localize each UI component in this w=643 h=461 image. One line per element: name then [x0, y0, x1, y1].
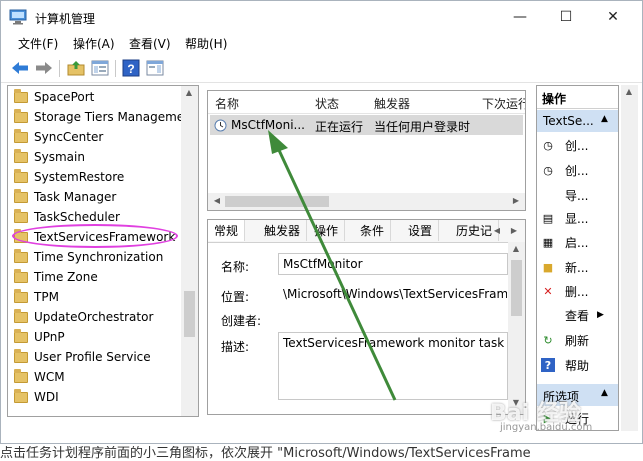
baidu-watermark-url: jingyan.baidu.com — [500, 422, 593, 433]
annotation-arrow — [268, 130, 397, 401]
caption-text: 点击任务计划程序前面的小三角图标，依次展开 "Microsoft/Windows… — [0, 446, 531, 461]
